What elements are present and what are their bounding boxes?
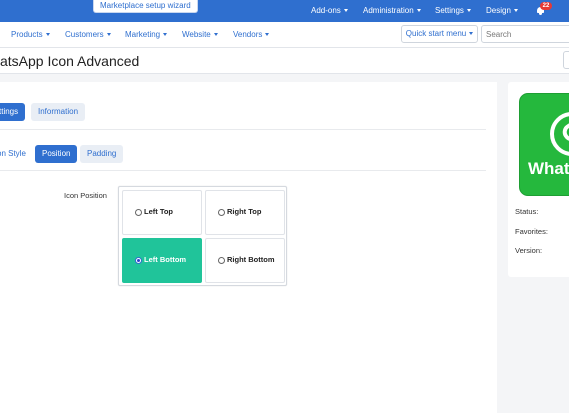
chevron-down-icon [343, 9, 348, 12]
chevron-down-icon [163, 33, 168, 36]
tab-information[interactable]: Information [31, 103, 86, 121]
chevron-down-icon [416, 9, 421, 12]
toolbar-button[interactable] [563, 51, 569, 69]
option-label: Right Top [227, 207, 262, 216]
chevron-down-icon [106, 33, 111, 36]
search-input[interactable] [481, 25, 569, 43]
position-option-left-top[interactable]: Left Top [122, 190, 202, 235]
menu-settings-label: Settings [435, 6, 464, 15]
tab-position[interactable]: Position [35, 145, 78, 163]
radio-button[interactable] [135, 257, 142, 264]
menu-design-label: Design [486, 6, 511, 15]
chevron-down-icon [213, 33, 218, 36]
position-option-left-bottom[interactable]: Left Bottom [122, 238, 202, 283]
menu-settings[interactable]: Settings [435, 6, 471, 15]
icon-position-selector: Left Top Right Top Left Bottom Right Bot… [118, 186, 287, 286]
quick-start-menu-button[interactable]: Quick start menu [401, 25, 478, 43]
radio-button[interactable] [135, 209, 142, 216]
menu-administration-label: Administration [363, 6, 414, 15]
tab-icon-style[interactable]: on Style [0, 145, 33, 163]
chevron-down-icon [466, 9, 471, 12]
nav-item-label: Website [182, 30, 211, 39]
chevron-down-icon [469, 32, 474, 35]
version-label: Version: [515, 246, 543, 255]
chevron-down-icon [513, 9, 518, 12]
menu-add-ons[interactable]: Add-ons [311, 6, 348, 15]
option-label: Left Top [144, 207, 174, 216]
option-label: Right Bottom [227, 255, 275, 264]
status-label: Status: [515, 207, 539, 216]
nav-item-marketing[interactable]: Marketing [125, 30, 168, 39]
position-option-right-top[interactable]: Right Top [205, 190, 285, 235]
menu-design[interactable]: Design [486, 6, 518, 15]
menu-administration[interactable]: Administration [363, 6, 421, 15]
app-root: Marketplace setup wizard Add-ons Adminis… [0, 0, 569, 413]
tab-padding[interactable]: Padding [80, 145, 124, 163]
nav-item-vendors[interactable]: Vendors [233, 30, 270, 39]
radio-button[interactable] [218, 257, 225, 264]
icon-position-label: Icon Position [64, 191, 107, 200]
marketplace-wizard-button[interactable]: Marketplace setup wizard [93, 0, 198, 13]
radio-button[interactable] [218, 209, 225, 216]
nav-item-customers[interactable]: Customers [65, 30, 111, 39]
nav-item-products[interactable]: Products [11, 30, 50, 39]
nav-item-label: Marketing [125, 30, 161, 39]
chevron-down-icon [265, 33, 270, 36]
notification-badge: 22 [540, 2, 552, 10]
logo-text: What [528, 159, 569, 178]
favorites-label: Favorites: [515, 227, 548, 236]
nav-item-label: Vendors [233, 30, 263, 39]
position-option-right-bottom[interactable]: Right Bottom [205, 238, 285, 283]
divider [0, 170, 486, 171]
whatsapp-logo-icon: What [519, 93, 569, 196]
option-label: Left Bottom [144, 255, 187, 264]
menu-add-ons-label: Add-ons [311, 6, 341, 15]
nav-item-website[interactable]: Website [182, 30, 218, 39]
title-bar: atsApp Icon Advanced [0, 48, 569, 74]
nav-item-label: Customers [65, 30, 104, 39]
top-bar: Marketplace setup wizard Add-ons Adminis… [0, 0, 569, 22]
tab-settings[interactable]: ttings [0, 103, 26, 121]
chevron-down-icon [45, 33, 50, 36]
divider [0, 129, 486, 130]
page-title: atsApp Icon Advanced [0, 53, 140, 69]
quick-start-menu-label: Quick start menu [405, 29, 467, 38]
nav-item-label: Products [11, 30, 43, 39]
